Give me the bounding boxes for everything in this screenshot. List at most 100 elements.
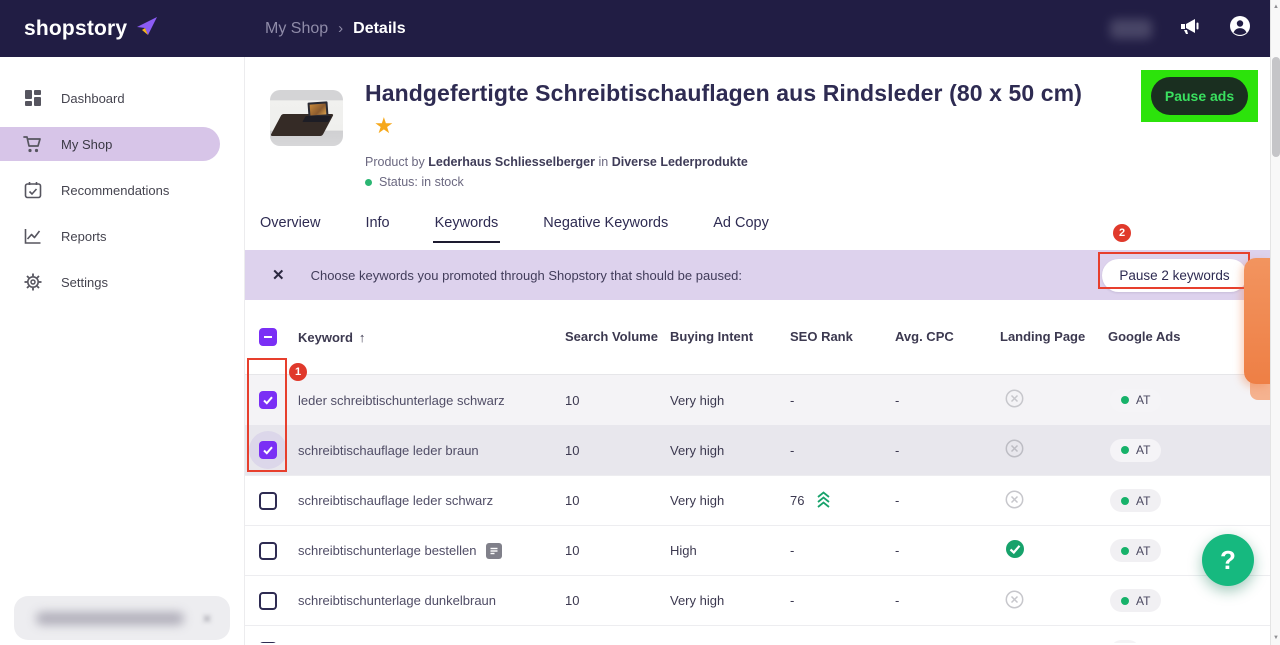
product-thumbnail xyxy=(270,90,343,146)
help-button[interactable]: ? xyxy=(1202,534,1254,586)
close-icon[interactable]: ✕ xyxy=(272,266,285,284)
search-volume-value: 10 xyxy=(557,543,662,558)
avg-cpc-value: - xyxy=(887,593,992,608)
sidebar-item-label: Settings xyxy=(61,275,108,290)
column-header-landing-page[interactable]: Landing Page xyxy=(992,327,1100,347)
top-navbar: shopstory My Shop › Details xyxy=(0,0,1270,57)
scroll-down-icon[interactable]: ▼ xyxy=(1272,635,1280,641)
green-dot-icon xyxy=(1121,396,1129,404)
table-row[interactable]: leder schreibtischunterlage schwarz 10 V… xyxy=(245,375,1270,425)
paper-plane-icon xyxy=(135,15,159,42)
product-title: Handgefertigte Schreibtischauflagen aus … xyxy=(365,80,1082,107)
shopping-cart-icon xyxy=(23,135,42,154)
keyword-text: schreibtischauflage leder schwarz xyxy=(298,493,493,508)
blurred-account-text xyxy=(1110,19,1152,39)
keyword-text: schreibtischauflage leder braun xyxy=(298,443,479,458)
blurred-text xyxy=(36,612,184,625)
table-row[interactable]: schreibtischauflage leder braun 10 Very … xyxy=(245,425,1270,475)
buying-intent-value: Very high xyxy=(662,393,782,408)
app-window: shopstory My Shop › Details xyxy=(0,0,1280,645)
tab-ad-copy[interactable]: Ad Copy xyxy=(711,215,771,243)
sidebar-item-reports[interactable]: Reports xyxy=(0,213,244,259)
avg-cpc-value: - xyxy=(887,543,992,558)
breadcrumb-parent[interactable]: My Shop xyxy=(265,20,328,38)
sidebar-item-settings[interactable]: Settings xyxy=(0,259,244,305)
annotation-step-badge: 1 xyxy=(289,363,307,381)
landing-page-not-connected-icon xyxy=(1005,590,1024,612)
note-icon[interactable] xyxy=(486,543,502,559)
detail-tabs: Overview Info Keywords Negative Keywords… xyxy=(258,215,771,243)
banner-message: Choose keywords you promoted through Sho… xyxy=(311,268,742,283)
shopstory-logo[interactable]: shopstory xyxy=(24,15,159,42)
line-chart-icon xyxy=(23,227,42,246)
column-header-seo-rank[interactable]: SEO Rank xyxy=(782,327,887,347)
google-ads-badge: AT xyxy=(1110,389,1161,412)
table-row[interactable]: schreibtischunterlage dunkelbraun 10 Ver… xyxy=(245,575,1270,625)
feedback-side-tab[interactable] xyxy=(1244,258,1270,384)
product-status: Status: in stock xyxy=(365,175,464,189)
column-header-keyword[interactable]: Keyword ↑ xyxy=(290,330,557,345)
tab-info[interactable]: Info xyxy=(363,215,391,243)
search-volume-value: 10 xyxy=(557,393,662,408)
pause-keywords-banner: ✕ Choose keywords you promoted through S… xyxy=(245,250,1270,300)
seo-rank-value: - xyxy=(782,393,887,408)
table-header: Keyword ↑ Search Volume Buying Intent SE… xyxy=(245,300,1270,375)
pause-ads-button[interactable]: Pause ads xyxy=(1151,77,1248,115)
product-category: Diverse Lederprodukte xyxy=(612,155,748,169)
table-row[interactable]: schreibtischauflage leder schwarz 10 Ver… xyxy=(245,475,1270,525)
page-scrollbar[interactable]: ▲ ▼ xyxy=(1270,0,1280,645)
scrollbar-thumb[interactable] xyxy=(1272,57,1280,157)
green-dot-icon xyxy=(1121,547,1129,555)
sidebar-item-my-shop[interactable]: My Shop xyxy=(0,121,244,167)
keyword-text: leder schreibtischunterlage schwarz xyxy=(298,393,505,408)
blurred-user-chip[interactable]: ✕ xyxy=(14,596,230,640)
pause-keywords-button[interactable]: Pause 2 keywords xyxy=(1102,259,1247,292)
pause-ads-highlight: Pause ads xyxy=(1141,70,1258,122)
select-all-checkbox[interactable] xyxy=(259,328,277,346)
breadcrumb-current: Details xyxy=(353,20,405,38)
tab-overview[interactable]: Overview xyxy=(258,215,322,243)
sidebar-item-recommendations[interactable]: Recommendations xyxy=(0,167,244,213)
green-dot-icon xyxy=(1121,497,1129,505)
product-seller: Lederhaus Schliesselberger xyxy=(428,155,595,169)
annotation-step-badge: 2 xyxy=(1113,224,1131,242)
breadcrumb: My Shop › Details xyxy=(265,0,406,57)
sidebar-item-label: Recommendations xyxy=(61,183,169,198)
row-checkbox-unchecked[interactable] xyxy=(259,592,277,610)
row-checkbox-checked[interactable] xyxy=(259,391,277,409)
search-volume-value: 10 xyxy=(557,443,662,458)
buying-intent-value: Very high xyxy=(662,593,782,608)
dashboard-icon xyxy=(23,89,42,108)
keyword-text: schreibtischunterlage bestellen xyxy=(298,543,477,558)
search-volume-value: 10 xyxy=(557,593,662,608)
column-header-buying-intent[interactable]: Buying Intent xyxy=(662,327,782,347)
tab-keywords[interactable]: Keywords xyxy=(433,215,501,243)
seo-rank-value: - xyxy=(782,443,887,458)
chevron-right-icon: › xyxy=(338,20,343,37)
column-header-search-volume[interactable]: Search Volume xyxy=(557,327,662,347)
sidebar-item-dashboard[interactable]: Dashboard xyxy=(0,75,244,121)
logo-text: shopstory xyxy=(24,17,127,41)
table-row[interactable]: schreibtischunterlage bestellen 10 High … xyxy=(245,525,1270,575)
sidebar-item-label: Reports xyxy=(61,229,107,244)
tab-negative-keywords[interactable]: Negative Keywords xyxy=(541,215,670,243)
row-checkbox-unchecked[interactable] xyxy=(259,542,277,560)
calendar-check-icon xyxy=(23,181,42,200)
google-ads-badge xyxy=(1110,640,1140,643)
google-ads-badge: AT xyxy=(1110,439,1161,462)
scroll-up-icon[interactable]: ▲ xyxy=(1272,4,1280,10)
close-icon[interactable]: ✕ xyxy=(202,612,214,624)
search-volume-value: 10 xyxy=(557,493,662,508)
row-checkbox-unchecked[interactable] xyxy=(259,492,277,510)
row-checkbox-checked[interactable] xyxy=(259,441,277,459)
column-header-avg-cpc[interactable]: Avg. CPC xyxy=(887,327,992,347)
seo-rank-value: - xyxy=(782,593,887,608)
buying-intent-value: High xyxy=(662,543,782,558)
sidebar-item-label: My Shop xyxy=(61,137,112,152)
megaphone-icon[interactable] xyxy=(1178,15,1202,42)
landing-page-not-connected-icon xyxy=(1005,439,1024,461)
buying-intent-value: Very high xyxy=(662,443,782,458)
table-row[interactable] xyxy=(245,625,1270,643)
row-checkbox-unchecked[interactable] xyxy=(259,642,277,643)
account-avatar-icon[interactable] xyxy=(1228,14,1252,43)
